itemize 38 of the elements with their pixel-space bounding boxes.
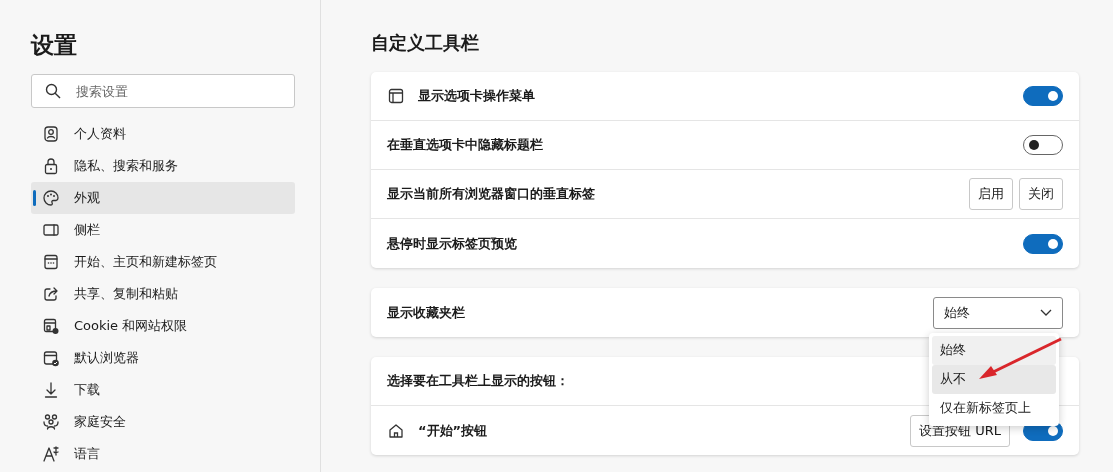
window-icon bbox=[387, 87, 405, 105]
settings-title: 设置 bbox=[31, 31, 78, 60]
setting-label: 显示当前所有浏览器窗口的垂直标签 bbox=[387, 185, 595, 204]
dropdown-option[interactable]: 从不 bbox=[932, 364, 1056, 394]
toggle-switch[interactable] bbox=[1023, 135, 1063, 155]
family-icon bbox=[41, 412, 61, 432]
new-tab-icon bbox=[41, 252, 61, 272]
toggle-switch[interactable] bbox=[1023, 233, 1063, 254]
action-button[interactable]: 启用 bbox=[968, 178, 1013, 210]
sidebar-item[interactable]: 下载 bbox=[31, 374, 295, 406]
setting-label: 选择要在工具栏上显示的按钮： bbox=[387, 372, 569, 391]
browser-check-icon bbox=[41, 348, 61, 368]
sidebar-item[interactable]: 侧栏 bbox=[31, 214, 295, 246]
language-icon bbox=[41, 444, 61, 464]
toggle-switch[interactable] bbox=[1023, 86, 1063, 106]
sidebar-item[interactable]: 外观 bbox=[31, 182, 295, 214]
dropdown-option[interactable]: 始终 bbox=[932, 335, 1056, 365]
action-button[interactable]: 关闭 bbox=[1019, 178, 1063, 210]
profile-icon bbox=[41, 124, 61, 144]
sidebar-item[interactable]: 语言 bbox=[31, 438, 295, 470]
chevron-icon bbox=[1040, 308, 1052, 317]
setting-label: 显示收藏夹栏 bbox=[387, 303, 465, 322]
cookie-settings-icon bbox=[41, 316, 61, 336]
dropdown[interactable]: 始终 bbox=[933, 296, 1063, 329]
setting-label: 在垂直选项卡中隐藏标题栏 bbox=[387, 136, 543, 155]
sidebar-item[interactable]: 家庭安全 bbox=[31, 406, 295, 438]
sidebar-item[interactable]: 开始、主页和新建标签页 bbox=[31, 246, 295, 278]
palette-icon bbox=[41, 188, 61, 208]
section-title: 自定义工具栏 bbox=[371, 31, 480, 55]
setting-label: “开始”按钮 bbox=[418, 421, 488, 440]
sidebar-item[interactable]: Cookie 和网站权限 bbox=[31, 310, 295, 342]
sidebar-item[interactable]: 共享、复制和粘贴 bbox=[31, 278, 295, 310]
search-field[interactable]: 搜索设置 bbox=[31, 74, 295, 108]
sidebar-item[interactable]: 个人资料 bbox=[31, 118, 295, 150]
setting-label: 显示选项卡操作菜单 bbox=[418, 87, 535, 106]
sidebar-item[interactable]: 默认浏览器 bbox=[31, 342, 295, 374]
setting-label: 悬停时显示标签页预览 bbox=[387, 234, 517, 253]
sidebar-item[interactable]: 隐私、搜索和服务 bbox=[31, 150, 295, 182]
